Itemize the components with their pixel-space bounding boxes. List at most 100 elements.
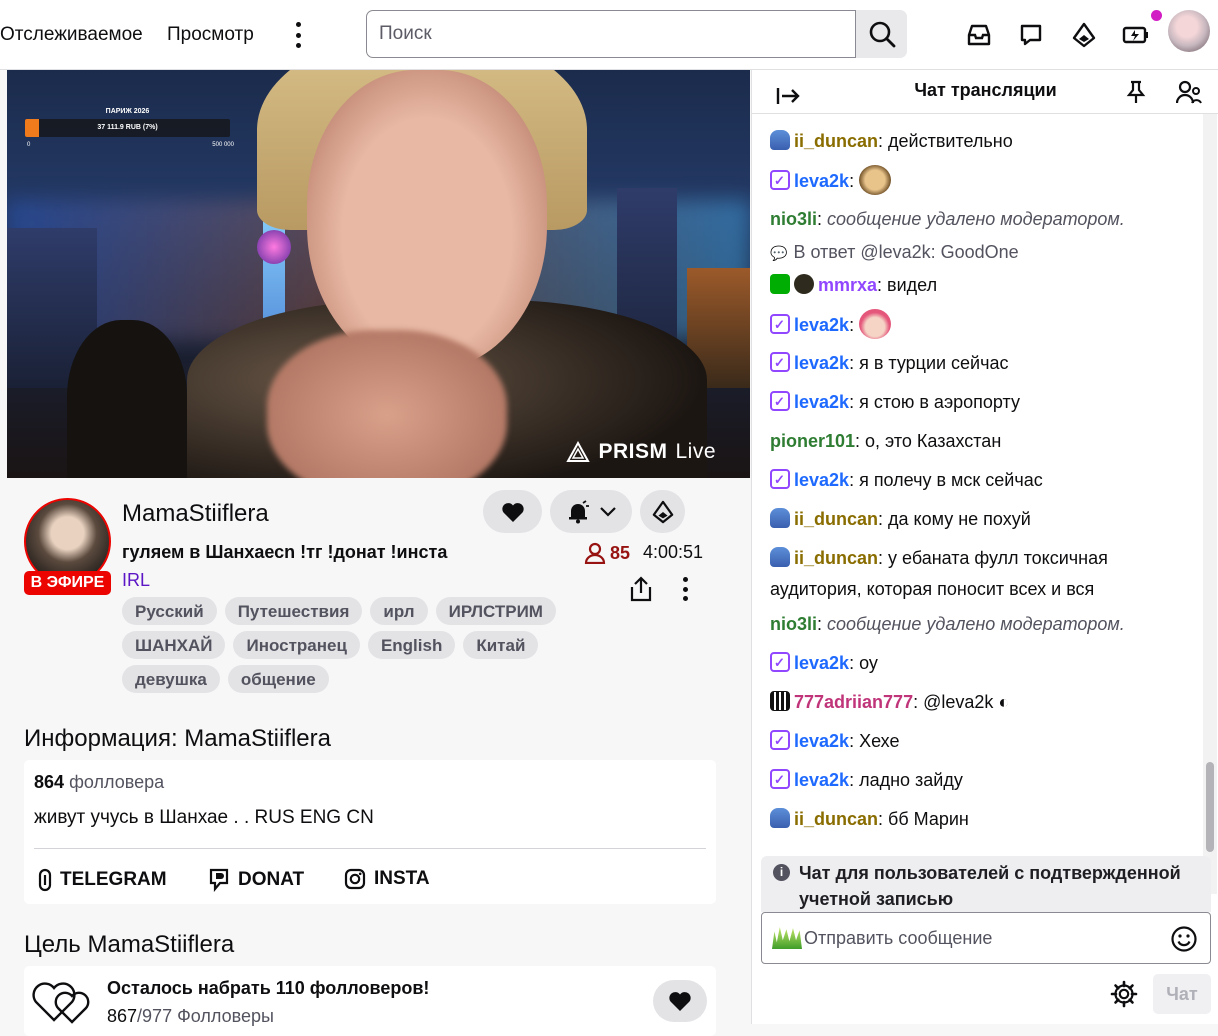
follow-button[interactable] [483, 490, 542, 533]
chat-scrollbar[interactable] [1203, 114, 1217, 894]
chat-message[interactable]: pioner101: о, это Казахстан [770, 422, 1190, 461]
chat-username[interactable]: nio3li [770, 209, 817, 229]
chat-message[interactable]: ii_duncan: бб Марин [770, 800, 1190, 839]
insta-link[interactable]: INSTA [344, 868, 430, 890]
chat-message[interactable]: leva2k: Хехе [770, 722, 1190, 761]
live-badge: В ЭФИРЕ [24, 571, 111, 595]
chat-message[interactable]: leva2k: [770, 161, 1190, 200]
tag-chip[interactable]: ирл [370, 597, 428, 625]
about-heading-prefix: Информация: [24, 725, 185, 752]
donat-link[interactable]: DONAT [208, 868, 304, 892]
chat-settings-icon[interactable] [1110, 980, 1138, 1013]
tag-chip[interactable]: ШАНХАЙ [122, 631, 226, 659]
tag-chip[interactable]: English [367, 631, 456, 659]
more-menu-icon[interactable] [288, 22, 308, 48]
sub-badge-icon[interactable] [770, 386, 790, 417]
chat-username[interactable]: nio3li [770, 614, 817, 634]
chat-input[interactable] [804, 913, 1164, 963]
chat-username[interactable]: ii_duncan [794, 131, 878, 151]
chat-message[interactable]: leva2k: ладно зайду [770, 761, 1190, 800]
chat-message[interactable]: leva2k: я стою в аэропорту [770, 383, 1190, 422]
sub-badge-icon[interactable] [770, 165, 790, 196]
bits-cheer-button[interactable] [640, 490, 685, 533]
search-button[interactable] [856, 10, 907, 58]
nav-browse-link[interactable]: Просмотр [167, 24, 254, 46]
top-nav: Отслеживаемое Просмотр [0, 0, 1218, 70]
mod-badge-icon[interactable] [770, 274, 790, 294]
stream-category[interactable]: IRL [122, 570, 150, 591]
gift-badge-icon[interactable] [770, 547, 790, 567]
gift-badge-icon[interactable] [770, 508, 790, 528]
prime-battery-icon[interactable] [1121, 20, 1151, 50]
tag-chip[interactable]: Путешествия [224, 597, 363, 625]
community-icon[interactable] [1175, 80, 1202, 109]
chat-username[interactable]: ii_duncan [794, 509, 878, 529]
chat-scrollbar-thumb[interactable] [1206, 762, 1214, 852]
video-player[interactable]: ПАРИЖ 2026 37 111.9 RUB (7%) 0 500 000 P… [7, 70, 750, 478]
inbox-icon[interactable] [964, 20, 994, 50]
chat-username[interactable]: leva2k [794, 653, 849, 673]
chat-text: : @leva2k ◐ [913, 692, 1010, 712]
tag-chip[interactable]: общение [227, 665, 329, 693]
hearts-icon [32, 982, 90, 1024]
chat-message[interactable]: leva2k: оу [770, 644, 1190, 683]
tag-chip[interactable]: Русский [122, 597, 217, 625]
chat-username[interactable]: leva2k [794, 171, 849, 191]
chat-username[interactable]: leva2k [794, 392, 849, 412]
stream-uptime: 4:00:51 [643, 542, 704, 562]
tag-chip[interactable]: ИРЛСТРИМ [435, 597, 556, 625]
chat-username[interactable]: leva2k [794, 470, 849, 490]
sub-badge-icon[interactable] [770, 347, 790, 378]
gift-badge-icon[interactable] [770, 808, 790, 828]
chat-username[interactable]: pioner101 [770, 431, 855, 451]
chat-username[interactable]: leva2k [794, 731, 849, 751]
gift-badge-icon[interactable] [770, 130, 790, 150]
about-heading: Информация: MamaStiiflera [24, 725, 331, 753]
goal-follow-button[interactable] [653, 980, 707, 1022]
chat-message[interactable]: ii_duncan: действительно [770, 122, 1190, 161]
chat-username[interactable]: leva2k [794, 315, 849, 335]
tag-chip[interactable]: девушка [122, 665, 220, 693]
telegram-link[interactable]: TELEGRAM [38, 868, 167, 892]
nav-following-link[interactable]: Отслеживаемое [0, 24, 143, 46]
sub-badge-icon[interactable] [770, 725, 790, 756]
pin-icon[interactable] [1126, 80, 1146, 109]
sub-badge-icon[interactable] [770, 764, 790, 795]
chat-message[interactable]: leva2k: я полечу в мск сейчас [770, 461, 1190, 500]
sub-badge-icon[interactable] [770, 464, 790, 495]
chat-text: : бб Марин [878, 809, 969, 829]
search-input[interactable] [367, 11, 855, 57]
tag-chip[interactable]: Иностранец [233, 631, 360, 659]
bits-icon[interactable] [1069, 20, 1099, 50]
chat-username[interactable]: leva2k [794, 770, 849, 790]
notifications-button[interactable] [550, 490, 632, 533]
chat-message[interactable]: ii_duncan: у ебаната фулл токсичная ауди… [770, 539, 1190, 605]
qr-badge-icon[interactable] [770, 691, 790, 711]
chat-text: : действительно [878, 131, 1013, 151]
more-options-icon[interactable] [675, 577, 695, 601]
bell-icon [569, 499, 589, 523]
vip-badge-icon[interactable] [794, 274, 814, 294]
chat-username[interactable]: mmrxa [818, 275, 877, 295]
chat-message[interactable]: leva2k: [770, 305, 1190, 344]
chat-username[interactable]: ii_duncan [794, 809, 878, 829]
tag-chip[interactable]: Китай [463, 631, 539, 659]
chat-message[interactable]: nio3li: сообщение удалено модератором. [770, 200, 1190, 239]
chat-text: : оу [849, 653, 878, 673]
emote-picker-icon[interactable] [1170, 925, 1198, 958]
chat-message[interactable]: 777adriian777: @leva2k ◐ [770, 683, 1190, 722]
user-avatar[interactable] [1168, 10, 1210, 52]
chat-username[interactable]: leva2k [794, 353, 849, 373]
chat-message[interactable]: mmrxa: видел [770, 266, 1190, 305]
chat-send-button[interactable]: Чат [1153, 974, 1211, 1014]
channel-name[interactable]: MamaStiiflera [122, 500, 269, 528]
sub-badge-icon[interactable] [770, 647, 790, 678]
chat-username[interactable]: ii_duncan [794, 548, 878, 568]
sub-badge-icon[interactable] [770, 309, 790, 340]
chat-message[interactable]: ii_duncan: да кому не похуй [770, 500, 1190, 539]
chat-username[interactable]: 777adriian777 [794, 692, 913, 712]
share-icon[interactable] [629, 576, 653, 602]
chat-message[interactable]: leva2k: я в турции сейчас [770, 344, 1190, 383]
whispers-icon[interactable] [1016, 20, 1046, 50]
chat-message[interactable]: nio3li: сообщение удалено модератором. [770, 605, 1190, 644]
